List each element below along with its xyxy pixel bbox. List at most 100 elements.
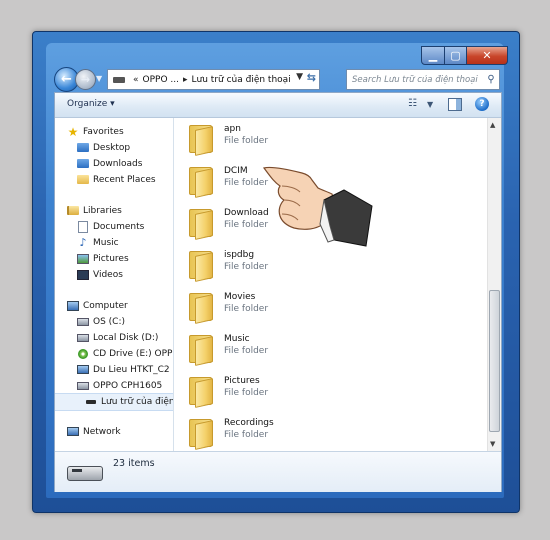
sidebar-favorites[interactable]: ★ Favorites	[67, 124, 124, 139]
folder-icon	[186, 206, 213, 240]
phone-device-icon	[77, 381, 89, 390]
pictures-icon	[77, 253, 89, 264]
folder-icon	[186, 290, 213, 324]
file-name: apn	[224, 124, 241, 134]
libraries-icon	[67, 206, 79, 215]
sidebar-computer[interactable]: Computer	[67, 298, 128, 313]
scroll-down-icon[interactable]: ▼	[490, 440, 495, 448]
sidebar-item-local-disk-d[interactable]: Local Disk (D:)	[77, 330, 158, 345]
folder-icon	[186, 122, 213, 156]
sidebar-item-label: CD Drive (E:) OPPO I	[93, 348, 173, 359]
breadcrumb-device[interactable]: OPPO ...	[143, 75, 179, 85]
sidebar-item-label: Desktop	[93, 142, 131, 153]
file-name: Music	[224, 334, 250, 344]
folder-icon	[186, 416, 213, 450]
help-icon[interactable]: ?	[475, 97, 489, 111]
documents-icon	[78, 220, 88, 233]
recent-pages-dropdown-icon[interactable]: ▼	[96, 74, 102, 83]
organize-button[interactable]: Organize ▾	[67, 99, 115, 109]
change-view-icon[interactable]: ☷	[408, 98, 417, 109]
preview-pane-icon[interactable]	[448, 98, 462, 111]
sidebar-computer-label: Computer	[83, 300, 128, 311]
file-type: File folder	[224, 430, 269, 440]
sidebar-item-music[interactable]: ♪ Music	[77, 235, 119, 250]
folder-icon	[186, 374, 213, 408]
folder-icon	[186, 332, 213, 366]
search-icon[interactable]: ⚲	[483, 74, 499, 85]
list-item[interactable]: Music File folder	[186, 332, 406, 368]
folder-icon	[186, 164, 213, 198]
folder-icon	[186, 248, 213, 282]
file-type: File folder	[224, 388, 269, 398]
close-button[interactable]: ✕	[467, 46, 508, 65]
sidebar-item-videos[interactable]: Videos	[77, 267, 123, 282]
sidebar-libraries-label: Libraries	[83, 205, 122, 216]
search-input[interactable]: Search Lưu trữ của điện thoại	[347, 75, 483, 85]
star-icon: ★	[67, 124, 79, 139]
cd-drive-icon	[78, 348, 88, 359]
sidebar-item-label: Documents	[93, 221, 145, 232]
file-name: Pictures	[224, 376, 260, 386]
list-item[interactable]: Recordings File folder	[186, 416, 406, 451]
music-icon: ♪	[79, 236, 87, 249]
breadcrumb-storage[interactable]: Lưu trữ của điện thoại	[192, 75, 291, 85]
computer-icon	[67, 300, 79, 311]
videos-icon	[77, 269, 89, 280]
sidebar-item-documents[interactable]: Documents	[77, 219, 144, 234]
back-arrow-icon: ←	[61, 72, 72, 87]
minimize-button[interactable]: ▁	[421, 46, 445, 65]
vertical-scrollbar[interactable]: ▲ ▼	[487, 118, 501, 451]
disk-drive-icon	[77, 333, 89, 342]
list-item[interactable]: ispdbg File folder	[186, 248, 406, 284]
command-bar: Organize ▾ ☷ ▼ ?	[55, 93, 501, 118]
recent-places-icon	[77, 175, 89, 184]
sidebar-item-downloads[interactable]: Downloads	[77, 156, 142, 171]
navigation-bar: ← → ▼ « OPPO ... ▸ Lưu trữ của điện thoạ…	[54, 66, 500, 92]
portable-drive-icon	[67, 466, 103, 481]
sidebar-item-cd-drive[interactable]: CD Drive (E:) OPPO I	[77, 346, 173, 361]
address-bar[interactable]: « OPPO ... ▸ Lưu trữ của điện thoại ▼ ⇆	[107, 69, 320, 90]
view-dropdown-icon[interactable]: ▼	[427, 100, 433, 109]
sidebar-item-label: Downloads	[93, 158, 143, 169]
phone-drive-icon	[113, 76, 125, 83]
sidebar-network[interactable]: Network	[67, 424, 121, 439]
sidebar-item-label: Local Disk (D:)	[93, 332, 159, 343]
sidebar-item-label: Du Lieu HTKT_C2 (\\	[93, 364, 174, 375]
sidebar-libraries[interactable]: Libraries	[67, 203, 122, 218]
list-item[interactable]: apn File folder	[186, 122, 406, 158]
phone-storage-icon	[86, 399, 96, 404]
search-box[interactable]: Search Lưu trữ của điện thoại ⚲	[346, 69, 500, 90]
sidebar-item-label: OS (C:)	[93, 316, 125, 327]
sidebar-network-label: Network	[83, 426, 121, 437]
navigation-pane: ★ Favorites Desktop Downloads Recent Pla…	[55, 118, 174, 451]
sidebar-item-label: Recent Places	[93, 174, 156, 185]
file-name: Movies	[224, 292, 256, 302]
network-icon	[67, 427, 79, 436]
sidebar-item-os-c[interactable]: OS (C:)	[77, 314, 125, 329]
sidebar-item-pictures[interactable]: Pictures	[77, 251, 129, 266]
list-item[interactable]: Movies File folder	[186, 290, 406, 326]
refresh-icon[interactable]: ⇆	[307, 71, 316, 84]
sidebar-item-desktop[interactable]: Desktop	[77, 140, 130, 155]
explorer-body: Organize ▾ ☷ ▼ ? ★ Favorites Desktop Dow…	[54, 92, 502, 492]
address-dropdown-icon[interactable]: ▼	[296, 72, 303, 82]
system-drive-icon	[77, 317, 89, 326]
sidebar-item-label: Videos	[93, 269, 123, 280]
scroll-up-icon[interactable]: ▲	[490, 121, 495, 129]
file-type: File folder	[224, 262, 269, 272]
sidebar-item-recent-places[interactable]: Recent Places	[77, 172, 156, 187]
item-count: 23 items	[113, 458, 155, 469]
sidebar-item-phone-storage[interactable]: Lưu trữ của điện th	[85, 394, 174, 409]
sidebar-item-label: Lưu trữ của điện th	[101, 396, 174, 407]
breadcrumb-overflow-icon[interactable]: «	[133, 75, 139, 85]
sidebar-item-network-drive[interactable]: Du Lieu HTKT_C2 (\\	[77, 362, 174, 377]
sidebar-item-label: Music	[93, 237, 119, 248]
list-item[interactable]: Pictures File folder	[186, 374, 406, 410]
forward-button[interactable]: →	[75, 69, 96, 90]
scrollbar-thumb[interactable]	[489, 290, 500, 432]
sidebar-item-oppo-phone[interactable]: OPPO CPH1605	[77, 378, 162, 393]
maximize-button[interactable]: ▢	[445, 46, 467, 65]
sidebar-item-label: OPPO CPH1605	[93, 380, 163, 391]
breadcrumb-separator-icon[interactable]: ▸	[183, 75, 188, 85]
desktop-icon	[77, 143, 89, 152]
